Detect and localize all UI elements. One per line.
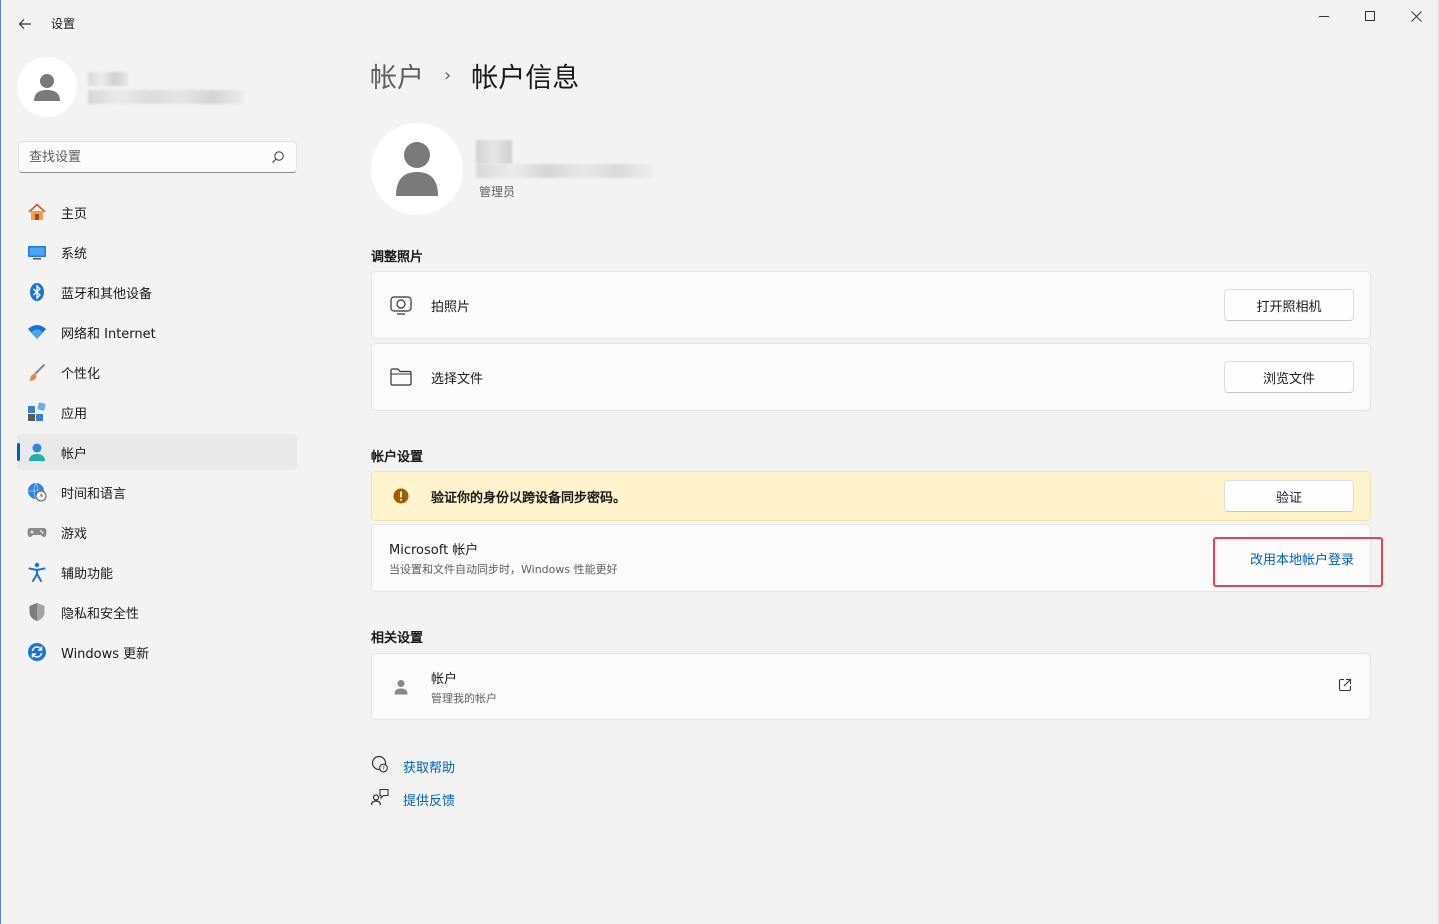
sidebar-item-label: 游戏 (61, 526, 88, 542)
sidebar-item-apps[interactable]: 应用 (17, 394, 297, 430)
person-icon (389, 675, 413, 699)
choose-file-label: 选择文件 (431, 371, 484, 387)
close-button[interactable] (1393, 0, 1439, 32)
microsoft-account-title: Microsoft 帐户 (389, 543, 479, 558)
system-icon (27, 242, 47, 262)
app-title: 设置 (51, 17, 76, 31)
get-help-link[interactable]: ? 获取帮助 (371, 755, 455, 777)
related-accounts-title: 帐户 (431, 671, 458, 687)
sidebar-item-label: 蓝牙和其他设备 (61, 286, 153, 302)
page-title: 帐户信息 (471, 63, 580, 94)
folder-icon (389, 365, 413, 389)
related-accounts-text: 帐户 管理我的帐户 (431, 668, 497, 706)
sidebar-item-accessibility[interactable]: 辅助功能 (17, 554, 297, 590)
sidebar-item-label: 隐私和安全性 (61, 606, 140, 622)
maximize-icon (1365, 11, 1375, 21)
search-input[interactable] (29, 149, 269, 165)
redacted-account-email (476, 164, 654, 178)
gamepad-icon (27, 522, 47, 542)
breadcrumb: 帐户 › 帐户信息 (370, 56, 579, 95)
account-role: 管理员 (479, 185, 516, 199)
sidebar-item-bluetooth[interactable]: 蓝牙和其他设备 (17, 274, 297, 310)
external-link-icon (1338, 678, 1352, 696)
choose-file-card: 选择文件 浏览文件 (371, 343, 1371, 411)
take-photo-card: 拍照片 打开照相机 (371, 271, 1371, 339)
open-camera-button[interactable]: 打开照相机 (1224, 289, 1354, 321)
sidebar-item-label: 时间和语言 (61, 486, 127, 502)
sidebar-item-label: 应用 (61, 406, 88, 422)
window-edge (0, 0, 1, 924)
warning-icon (389, 484, 413, 508)
sidebar-item-personalization[interactable]: 个性化 (17, 354, 297, 390)
get-help-label: 获取帮助 (403, 760, 456, 776)
close-icon (1410, 10, 1422, 22)
user-avatar[interactable] (17, 57, 77, 117)
help-chat-icon: ? (371, 755, 389, 777)
verify-identity-banner: 验证你的身份以跨设备同步密码。 验证 (371, 471, 1371, 521)
back-arrow-icon (18, 19, 31, 29)
sidebar-item-label: 个性化 (61, 366, 101, 382)
profile-avatar (371, 123, 463, 215)
sidebar-item-system[interactable]: 系统 (17, 234, 297, 270)
sidebar-item-gaming[interactable]: 游戏 (17, 514, 297, 550)
globe-clock-icon (27, 482, 47, 502)
camera-icon (389, 293, 413, 317)
account-icon (27, 442, 47, 462)
shield-icon (27, 602, 47, 622)
sidebar-nav: 主页 系统 蓝牙和其他设备 网络和 Internet 个性化 应用 帐户 时间和… (17, 194, 297, 674)
sidebar-item-home[interactable]: 主页 (17, 194, 297, 230)
section-title-account-settings: 帐户设置 (371, 450, 424, 465)
svg-text:?: ? (382, 766, 385, 772)
sidebar-item-accounts[interactable]: 帐户 (17, 434, 297, 470)
minimize-icon (1319, 16, 1329, 17)
sidebar-item-label: 辅助功能 (61, 566, 114, 582)
person-icon (396, 142, 438, 196)
sidebar-item-network[interactable]: 网络和 Internet (17, 314, 297, 350)
redacted-email (88, 90, 244, 104)
related-accounts-subtitle: 管理我的帐户 (431, 691, 497, 705)
section-title-related: 相关设置 (371, 631, 424, 646)
home-icon (27, 202, 47, 222)
sidebar-item-label: 主页 (61, 206, 88, 222)
sidebar-item-label: Windows 更新 (61, 646, 150, 662)
verify-identity-text: 验证你的身份以跨设备同步密码。 (431, 490, 627, 506)
sidebar-item-label: 系统 (61, 246, 88, 262)
update-icon (27, 642, 47, 662)
sidebar-item-privacy[interactable]: 隐私和安全性 (17, 594, 297, 630)
title-bar (0, 0, 1439, 48)
give-feedback-label: 提供反馈 (403, 793, 456, 809)
sidebar-item-label: 帐户 (61, 446, 88, 462)
take-photo-label: 拍照片 (431, 299, 471, 315)
bluetooth-icon (27, 282, 47, 302)
feedback-icon (370, 788, 389, 810)
give-feedback-link[interactable]: 提供反馈 (370, 788, 456, 810)
person-icon (34, 74, 60, 101)
section-title-adjust-photo: 调整照片 (371, 250, 424, 265)
sidebar-item-time-language[interactable]: 时间和语言 (17, 474, 297, 510)
annotation-highlight-box (1213, 537, 1383, 587)
breadcrumb-parent[interactable]: 帐户 (370, 56, 424, 95)
browse-files-button[interactable]: 浏览文件 (1224, 361, 1354, 393)
maximize-button[interactable] (1347, 0, 1393, 32)
microsoft-account-text: Microsoft 帐户 当设置和文件自动同步时，Windows 性能更好 (389, 539, 618, 577)
brush-icon (27, 362, 47, 382)
back-button[interactable] (10, 10, 40, 38)
sidebar-item-windows-update[interactable]: Windows 更新 (17, 634, 297, 670)
verify-button[interactable]: 验证 (1224, 480, 1354, 512)
redacted-username (88, 72, 128, 86)
microsoft-account-subtitle: 当设置和文件自动同步时，Windows 性能更好 (389, 563, 618, 576)
wifi-icon (27, 322, 47, 342)
sidebar-item-label: 网络和 Internet (61, 326, 156, 342)
apps-icon (27, 402, 47, 422)
related-accounts-card[interactable]: 帐户 管理我的帐户 (371, 653, 1371, 720)
minimize-button[interactable] (1301, 0, 1347, 32)
search-icon (272, 151, 284, 163)
accessibility-icon (27, 562, 47, 582)
redacted-display-name (476, 140, 512, 164)
breadcrumb-separator: › (444, 65, 452, 86)
search-box[interactable] (18, 141, 297, 173)
